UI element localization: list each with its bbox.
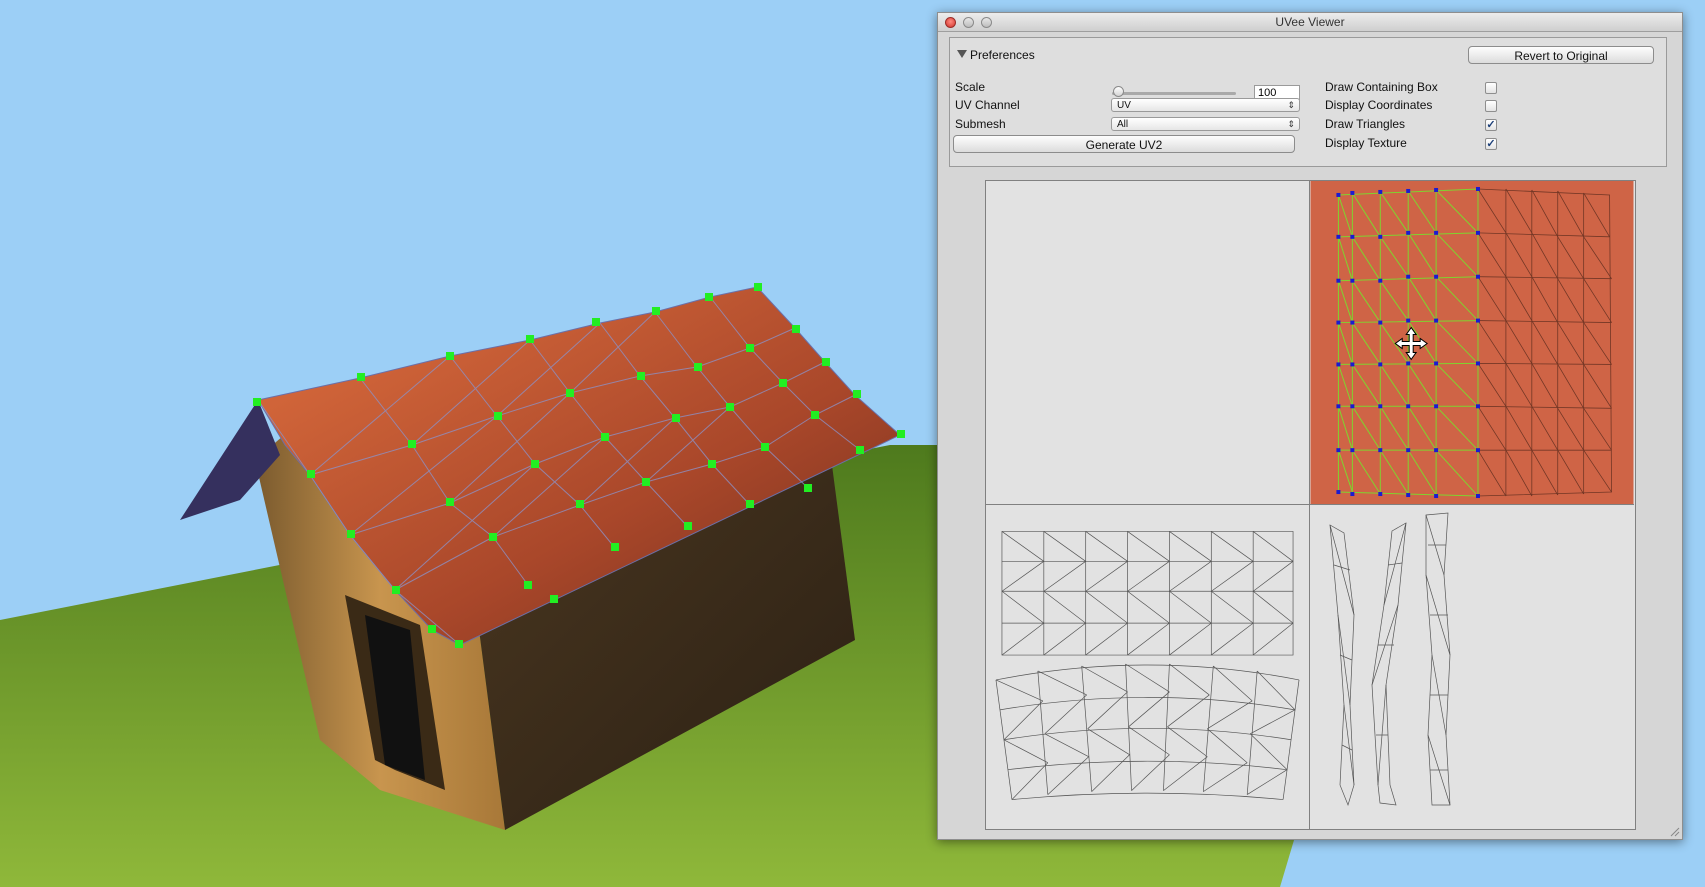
resize-grip-icon[interactable] <box>1670 827 1680 837</box>
dropdown-arrow-icon: ⇕ <box>1287 119 1295 129</box>
title-bar[interactable]: UVee Viewer <box>938 13 1682 32</box>
uv-view-roof[interactable] <box>1310 181 1634 505</box>
draw-triangles-checkbox[interactable]: ✓ <box>1485 119 1497 131</box>
uv-channel-value: UV <box>1117 100 1131 111</box>
submesh-value: All <box>1117 119 1129 130</box>
display-texture-checkbox[interactable]: ✓ <box>1485 138 1497 150</box>
toggle-label: Display Texture <box>1325 136 1407 150</box>
uv-view-empty[interactable] <box>986 181 1310 505</box>
submesh-dropdown[interactable]: All ⇕ <box>1111 117 1300 131</box>
uv-view-trim[interactable] <box>1310 505 1634 829</box>
preferences-panel: Preferences Revert to Original Scale 100… <box>949 37 1667 167</box>
window-title: UVee Viewer <box>1275 15 1345 29</box>
revert-to-original-button[interactable]: Revert to Original <box>1468 46 1654 64</box>
dropdown-arrow-icon: ⇕ <box>1287 100 1295 110</box>
toggle-label: Draw Containing Box <box>1325 80 1438 94</box>
uv-channel-dropdown[interactable]: UV ⇕ <box>1111 98 1300 112</box>
uv-view-walls[interactable] <box>986 505 1310 829</box>
toggle-label: Display Coordinates <box>1325 98 1433 112</box>
checkmark-icon: ✓ <box>1486 138 1496 150</box>
preferences-label: Preferences <box>970 48 1035 62</box>
scale-slider-knob[interactable] <box>1113 86 1125 97</box>
disclosure-triangle-icon <box>957 50 967 58</box>
generate-uv2-button[interactable]: Generate UV2 <box>953 135 1295 153</box>
submesh-label: Submesh <box>955 117 1006 131</box>
uv-channel-label: UV Channel <box>955 98 1020 112</box>
preferences-foldout[interactable]: Preferences <box>957 48 1035 62</box>
uvee-viewer-window: UVee Viewer Preferences Revert to Origin… <box>937 12 1683 840</box>
uv-canvas[interactable] <box>985 180 1636 830</box>
toggle-label: Draw Triangles <box>1325 117 1406 131</box>
scale-label: Scale <box>955 80 986 94</box>
draw-containing-box-checkbox[interactable] <box>1485 82 1497 94</box>
scale-slider[interactable] <box>1112 92 1236 95</box>
display-coordinates-checkbox[interactable] <box>1485 100 1497 112</box>
checkmark-icon: ✓ <box>1486 119 1496 131</box>
